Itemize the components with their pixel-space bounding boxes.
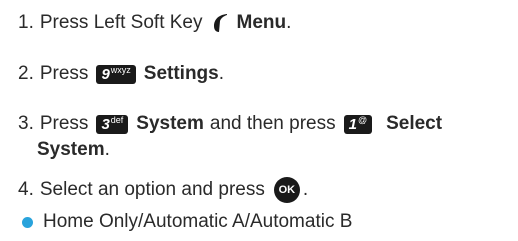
step-number: 4. bbox=[18, 179, 34, 200]
step-end: . bbox=[218, 63, 225, 84]
key-9-icon: 9wxyz bbox=[96, 64, 136, 84]
step-3-continued: System . bbox=[37, 138, 110, 162]
system-label-2: System bbox=[37, 139, 105, 160]
step-text: Press bbox=[39, 63, 89, 84]
step-text: Press Left Soft Key bbox=[39, 12, 203, 33]
step-text: Select an option and press bbox=[39, 179, 265, 200]
left-soft-key-icon bbox=[213, 14, 227, 32]
ok-button-icon: OK bbox=[273, 177, 300, 203]
bullet-dot-icon bbox=[22, 216, 33, 228]
select-label: Select bbox=[386, 113, 443, 134]
document: 1. Press Left Soft Key Menu . 2. Press 9… bbox=[0, 0, 518, 241]
step-end: . bbox=[286, 12, 292, 33]
step-2: 2. Press 9wxyz Settings . bbox=[18, 62, 224, 86]
step-number: 2. bbox=[18, 63, 34, 84]
key-3-icon: 3def bbox=[96, 114, 129, 134]
system-label: System bbox=[136, 113, 204, 134]
bullet-text: Home Only/Automatic A/Automatic B bbox=[43, 211, 353, 232]
step-4: 4. Select an option and press OK . bbox=[18, 177, 308, 203]
menu-label: Menu bbox=[236, 12, 287, 33]
step-number: 1. bbox=[18, 12, 34, 33]
step-1: 1. Press Left Soft Key Menu . bbox=[18, 11, 291, 35]
step-number: 3. bbox=[18, 113, 34, 134]
step-3: 3. Press 3def System and then press 1@ S… bbox=[18, 112, 442, 136]
step-end: . bbox=[104, 139, 110, 160]
step-mid: and then press bbox=[209, 113, 336, 134]
step-end: . bbox=[302, 179, 309, 200]
step-text: Press bbox=[39, 113, 89, 134]
settings-label: Settings bbox=[143, 63, 219, 84]
key-1-icon: 1@ bbox=[343, 114, 373, 134]
option-bullet: Home Only/Automatic A/Automatic B bbox=[22, 210, 352, 234]
